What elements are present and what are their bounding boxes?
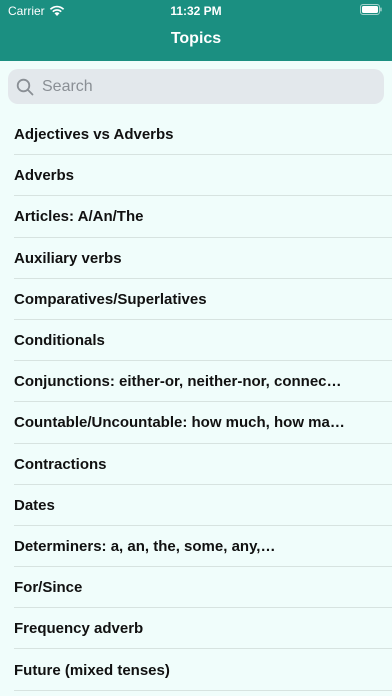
list-item[interactable]: Dates (0, 485, 392, 527)
page-title: Topics (170, 30, 222, 47)
topic-label: Conjunctions: either-or, neither-nor, co… (14, 373, 342, 391)
topic-label: Auxiliary verbs (14, 249, 122, 267)
list-item[interactable]: Adjectives vs Adverbs (0, 114, 392, 156)
topic-label: Articles: A/An/The (14, 208, 144, 226)
topic-label: Contractions (14, 455, 107, 473)
navigation-header: Carrier 11:32 PM Topics (0, 0, 392, 61)
list-item[interactable]: Frequency adverb (0, 608, 392, 650)
list-item[interactable]: Countable/Uncountable: how much, how ma… (0, 402, 392, 444)
topic-label: Frequency adverb (14, 620, 144, 638)
topic-label: Countable/Uncountable: how much, how ma… (14, 414, 345, 432)
status-time: 11:32 PM (170, 4, 222, 18)
search-section (0, 61, 392, 115)
topics-list: Adjectives vs Adverbs Adverbs Articles: A/… (0, 114, 392, 691)
search-icon (16, 78, 34, 96)
topic-label: For/Since (14, 579, 83, 597)
list-item[interactable]: Auxiliary verbs (0, 238, 392, 279)
list-item[interactable]: Articles: A/An/The (0, 196, 392, 238)
topic-label: Conditionals (14, 332, 105, 350)
topic-label: Future (mixed tenses) (14, 661, 170, 679)
list-item[interactable]: Future (mixed tenses) (0, 649, 392, 691)
topic-label: Dates (14, 496, 55, 514)
topic-label: Comparatives/Superlatives (14, 290, 207, 308)
search-bar[interactable] (8, 69, 384, 104)
battery-icon (360, 4, 382, 15)
topic-label: Adjectives vs Adverbs (14, 126, 174, 144)
list-item[interactable]: Conjunctions: either-or, neither-nor, co… (0, 361, 392, 403)
list-item[interactable]: For/Since (0, 567, 392, 609)
list-item[interactable]: Comparatives/Superlatives (0, 279, 392, 321)
list-item[interactable]: Contractions (0, 444, 392, 485)
status-bar: Carrier 11:32 PM (0, 0, 392, 22)
list-item[interactable]: Adverbs (0, 155, 392, 197)
search-input[interactable] (40, 76, 344, 97)
topic-label: Determiners: a, an, the, some, any,… (14, 537, 276, 555)
topic-label: Adverbs (14, 167, 75, 185)
list-item[interactable]: Conditionals (0, 320, 392, 362)
list-item[interactable]: Determiners: a, an, the, some, any,… (0, 526, 392, 568)
